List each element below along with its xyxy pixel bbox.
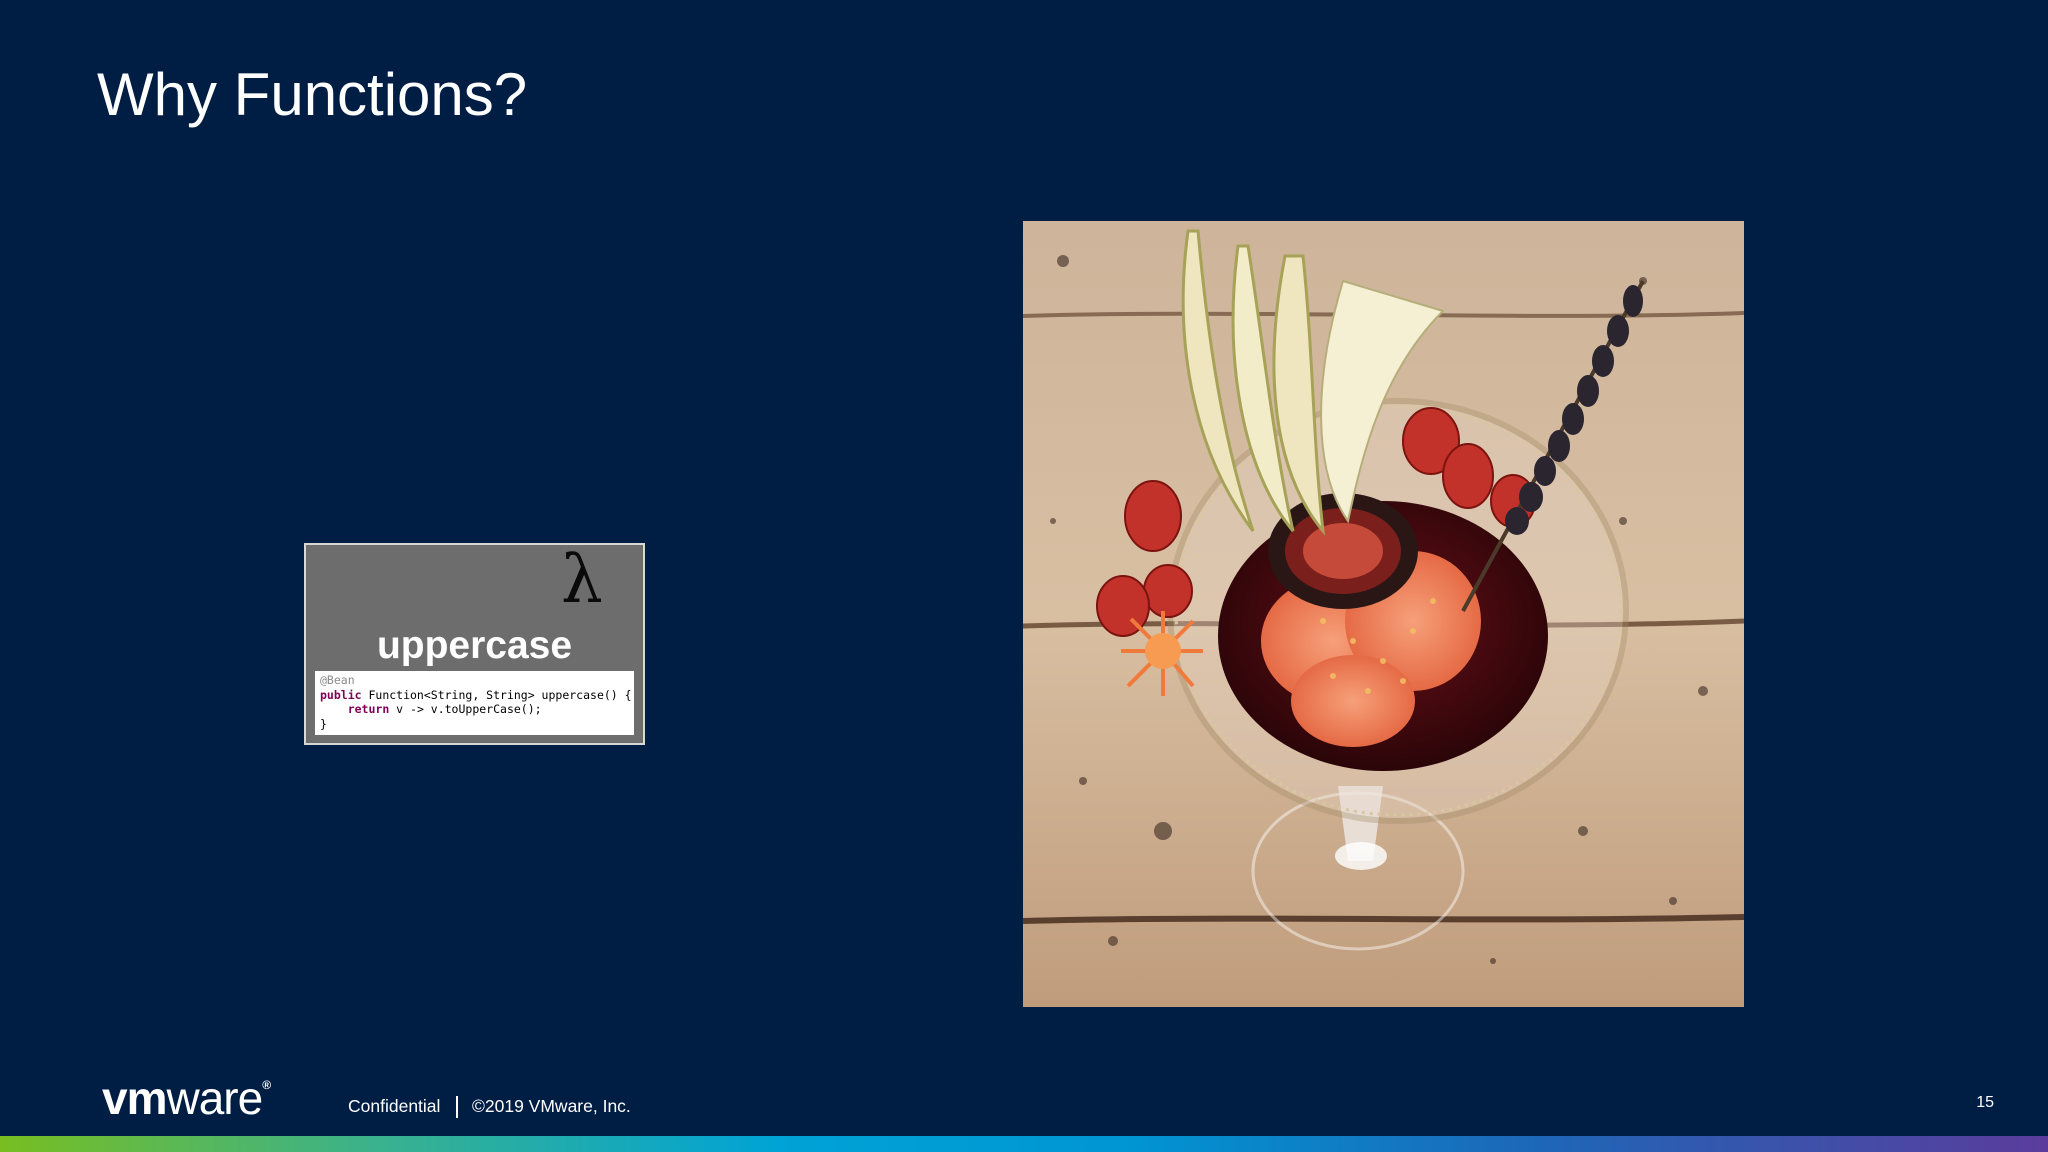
brand-gradient-bar (0, 1136, 2048, 1152)
code-line-1: Function<String, String> uppercase() { (361, 687, 632, 702)
logo-ware: ware (166, 1072, 263, 1124)
page-number: 15 (1976, 1094, 1994, 1111)
code-line-2: v -> v.toUpperCase(); (389, 702, 542, 716)
logo-vm: vm (102, 1072, 167, 1124)
code-line-3: } (320, 716, 327, 731)
confidential-label: Confidential (348, 1096, 441, 1116)
lambda-icon: λ (561, 541, 603, 618)
cocktail-glass-illustration (1023, 221, 1744, 1007)
footer-divider (456, 1096, 458, 1118)
slide-title: Why Functions? (97, 61, 528, 128)
logo-registered-mark: ® (262, 1078, 271, 1092)
vmware-logo: vmware® (102, 1072, 271, 1124)
cocktail-photo (1023, 221, 1744, 1007)
code-keyword-public: public (320, 687, 362, 702)
code-keyword-return: return (347, 702, 390, 716)
copyright-text: ©2019 VMware, Inc. (472, 1096, 631, 1116)
function-card: λ uppercase @Bean public Function<String… (304, 543, 645, 745)
code-annotation: @Bean (320, 673, 355, 687)
function-name: uppercase (376, 624, 573, 667)
code-snippet: @Bean public Function<String, String> up… (315, 671, 634, 735)
